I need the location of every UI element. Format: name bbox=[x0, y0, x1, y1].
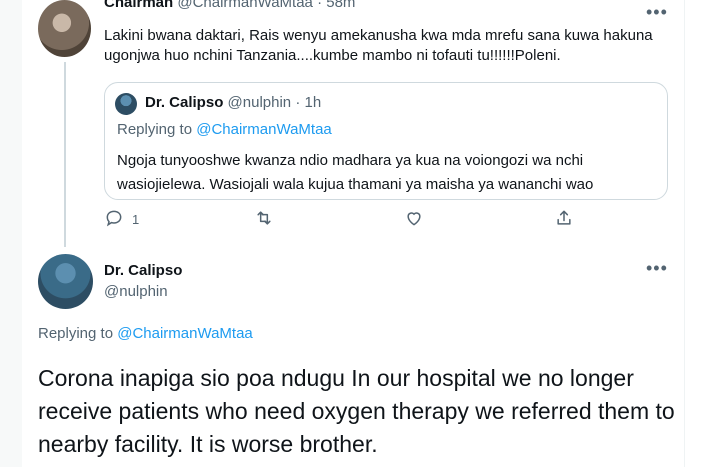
quoted-replying-to: Replying to @ChairmanWaMtaa bbox=[117, 121, 332, 138]
share-icon bbox=[554, 208, 574, 231]
replying-to-handle[interactable]: @ChairmanWaMtaa bbox=[117, 325, 253, 342]
separator: · bbox=[317, 0, 323, 11]
tweet-text: Lakini bwana daktari, Rais wenyu amekanu… bbox=[104, 27, 653, 64]
replying-to-label: Replying to bbox=[117, 121, 197, 138]
main-replying-to: Replying to @ChairmanWaMtaa bbox=[38, 325, 253, 342]
quoted-tweet-header: Dr. Calipso @nulphin · 1h bbox=[145, 94, 321, 111]
author-handle[interactable]: @ChairmanWaMtaa bbox=[177, 0, 313, 11]
retweet-icon bbox=[254, 208, 274, 231]
replying-to-handle[interactable]: @ChairmanWaMtaa bbox=[196, 121, 332, 138]
reply-icon bbox=[104, 208, 124, 231]
reply-button[interactable]: 1 bbox=[104, 208, 139, 231]
quoted-tweet-text: Ngoja tunyooshwe kwanza ndio madhara ya … bbox=[117, 152, 594, 193]
tweet-time[interactable]: 58m bbox=[326, 0, 355, 11]
more-options-icon[interactable]: ••• bbox=[646, 258, 668, 279]
thread-connector-line bbox=[64, 62, 66, 247]
like-button[interactable] bbox=[404, 208, 424, 231]
avatar[interactable] bbox=[38, 0, 91, 57]
tweet-action-bar: 1 bbox=[104, 208, 624, 232]
conversation-thread: Chairman @ChairmanWaMtaa · 58m ••• Lakin… bbox=[22, 0, 685, 467]
quoted-tweet-time: 1h bbox=[304, 94, 322, 111]
main-tweet-text: Corona inapiga sio poa ndugu In our hosp… bbox=[38, 365, 675, 457]
avatar[interactable] bbox=[38, 254, 93, 309]
author-handle[interactable]: @nulphin bbox=[104, 281, 182, 302]
quoted-tweet-card[interactable]: Dr. Calipso @nulphin · 1h Replying to @C… bbox=[104, 82, 668, 200]
quoted-author-handle: @nulphin bbox=[227, 94, 292, 111]
retweet-button[interactable] bbox=[254, 208, 274, 231]
reply-count: 1 bbox=[132, 212, 140, 227]
quoted-author-name: Dr. Calipso bbox=[145, 94, 224, 111]
left-background-strip bbox=[0, 0, 22, 467]
separator: · bbox=[295, 94, 301, 111]
replying-to-label: Replying to bbox=[38, 325, 118, 342]
quoted-avatar bbox=[115, 93, 137, 115]
author-name[interactable]: Chairman bbox=[104, 0, 173, 11]
main-tweet-header: Dr. Calipso @nulphin bbox=[104, 260, 182, 302]
like-icon bbox=[404, 208, 424, 231]
author-name[interactable]: Dr. Calipso bbox=[104, 260, 182, 281]
share-button[interactable] bbox=[554, 208, 574, 231]
more-options-icon[interactable]: ••• bbox=[646, 2, 668, 23]
tweet-header: Chairman @ChairmanWaMtaa · 58m bbox=[104, 0, 355, 12]
